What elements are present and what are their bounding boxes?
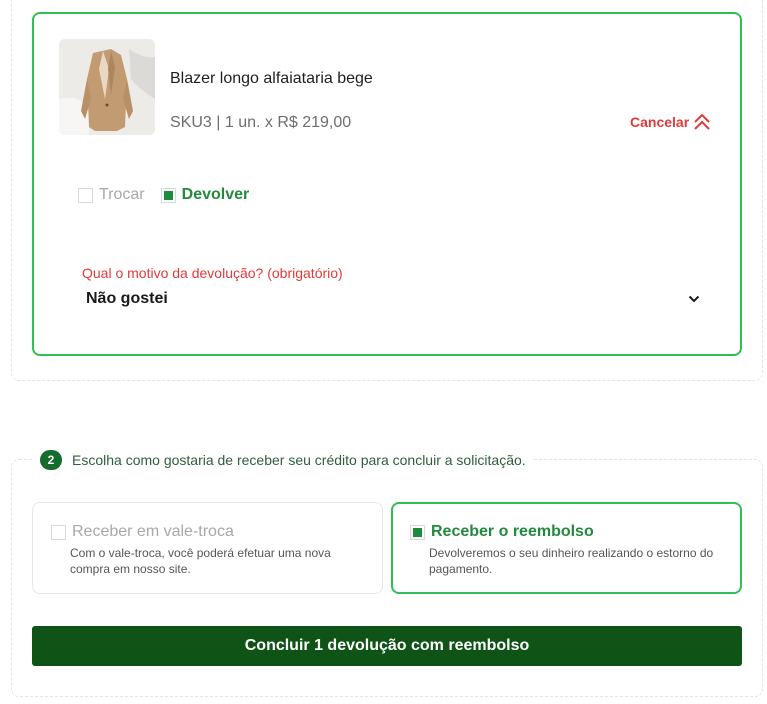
- chevron-double-up-icon: [694, 113, 710, 130]
- reembolso-checkbox[interactable]: [410, 524, 425, 540]
- step-number-badge: 2: [40, 450, 62, 470]
- product-name: Blazer longo alfaiataria bege: [170, 70, 373, 87]
- product-sku-price: SKU3 | 1 un. x R$ 219,00: [170, 114, 352, 131]
- exchange-return-options: Trocar Devolver: [78, 186, 249, 204]
- credit-option-vale-troca[interactable]: Receber em vale-troca Com o vale-troca, …: [32, 502, 383, 594]
- cancel-label: Cancelar: [630, 114, 690, 130]
- step-instruction: Escolha como gostaria de receber seu cré…: [72, 452, 526, 468]
- cancel-button[interactable]: Cancelar: [630, 112, 711, 132]
- reason-label: Qual o motivo da devolução? (obrigatório…: [82, 265, 343, 281]
- return-item-card: Blazer longo alfaiataria bege SKU3 | 1 u…: [32, 12, 742, 356]
- reason-selected-value: Não gostei: [86, 290, 168, 307]
- reembolso-description: Devolveremos o seu dinheiro realizando o…: [429, 546, 714, 576]
- devolver-checkbox[interactable]: [160, 187, 176, 203]
- trocar-checkbox[interactable]: [78, 187, 93, 203]
- trocar-label: Trocar: [99, 186, 145, 203]
- vale-troca-description: Com o vale-troca, você poderá efetuar um…: [70, 546, 331, 576]
- option-devolver[interactable]: Devolver: [160, 186, 250, 204]
- option-trocar[interactable]: Trocar: [78, 186, 145, 204]
- credit-option-reembolso[interactable]: Receber o reembolso Devolveremos o seu d…: [391, 502, 742, 594]
- submit-return-button[interactable]: Concluir 1 devolução com reembolso: [32, 626, 742, 666]
- devolver-label: Devolver: [181, 186, 250, 203]
- vale-troca-title: Receber em vale-troca: [72, 523, 234, 540]
- product-image: [59, 39, 155, 135]
- reason-select[interactable]: Não gostei: [82, 287, 700, 311]
- step-2-header: 2 Escolha como gostaria de receber seu c…: [32, 450, 534, 470]
- reembolso-title: Receber o reembolso: [431, 523, 594, 540]
- vale-troca-checkbox[interactable]: [51, 524, 66, 540]
- chevron-down-icon: [688, 295, 700, 303]
